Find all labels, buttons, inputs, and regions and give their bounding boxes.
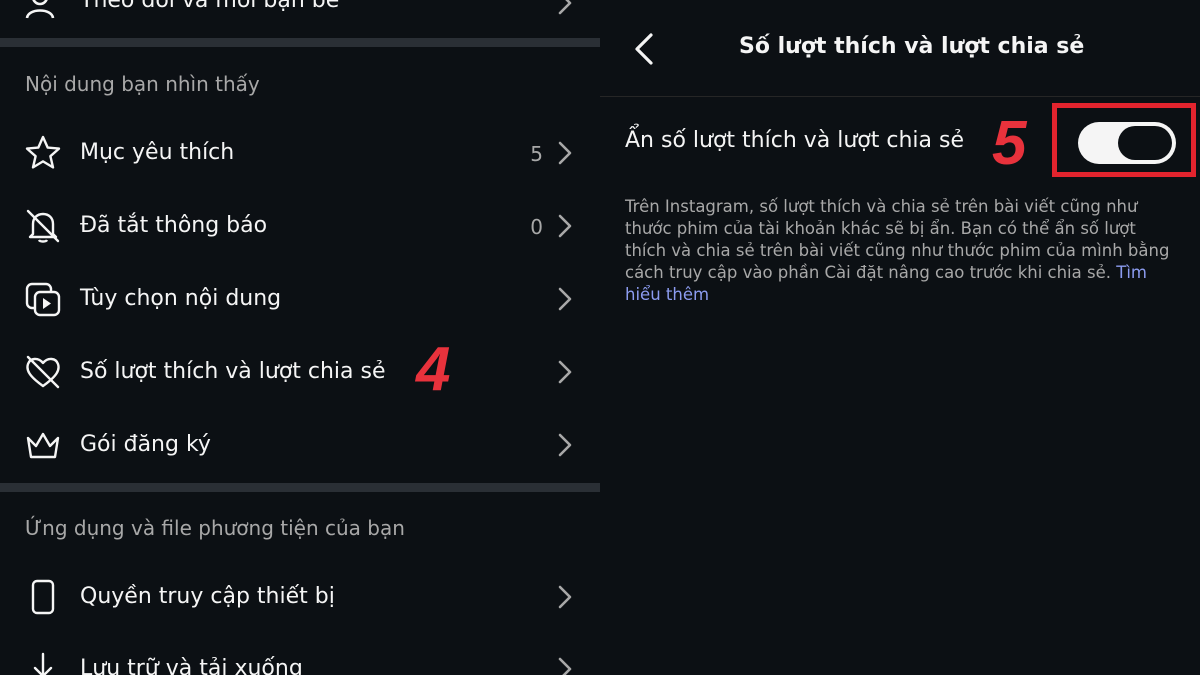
add-person-icon xyxy=(25,0,55,19)
menu-item-label: Đã tắt thông báo xyxy=(80,213,268,238)
menu-item-label: Mục yêu thích xyxy=(80,140,235,165)
description-text: Trên Instagram, số lượt thích và chia sẻ… xyxy=(625,197,1170,282)
step-5-annotation: 5 xyxy=(992,109,1027,178)
menu-item-label: Số lượt thích và lượt chia sẻ xyxy=(80,359,386,384)
chevron-right-icon xyxy=(558,0,572,15)
menu-item-follow-invite[interactable]: Theo dõi và mời bạn bè xyxy=(0,0,600,38)
chevron-right-icon xyxy=(558,141,572,165)
menu-item-label: Quyền truy cập thiết bị xyxy=(80,584,335,609)
muted-count: 0 xyxy=(530,215,543,239)
chevron-right-icon xyxy=(558,360,572,384)
section-title-apps-media: Ứng dụng và file phương tiện của bạn xyxy=(25,516,405,540)
likes-shares-settings-panel: Số lượt thích và lượt chia sẻ Ẩn số lượt… xyxy=(600,0,1200,675)
section-title-content: Nội dung bạn nhìn thấy xyxy=(25,72,260,96)
menu-item-storage-downloads[interactable]: Lưu trữ và tải xuống xyxy=(0,634,600,675)
section-divider xyxy=(0,38,600,47)
setting-description: Trên Instagram, số lượt thích và chia sẻ… xyxy=(625,196,1175,306)
chevron-right-icon xyxy=(558,433,572,457)
crown-icon xyxy=(26,432,60,459)
hide-likes-toggle[interactable] xyxy=(1078,122,1176,164)
settings-list-panel: Theo dõi và mời bạn bè Nội dung bạn nhìn… xyxy=(0,0,600,675)
phone-icon xyxy=(31,579,55,615)
hide-likes-label: Ẩn số lượt thích và lượt chia sẻ xyxy=(625,128,965,153)
menu-item-device-permissions[interactable]: Quyền truy cập thiết bị xyxy=(0,562,600,632)
bell-off-icon xyxy=(26,209,60,243)
section-divider xyxy=(0,483,600,492)
chevron-right-icon xyxy=(558,657,572,675)
menu-item-label: Gói đăng ký xyxy=(80,432,211,457)
menu-item-label: Tùy chọn nội dung xyxy=(80,286,282,311)
header-divider xyxy=(600,96,1200,97)
menu-item-label: Lưu trữ và tải xuống xyxy=(80,656,303,675)
page-title: Số lượt thích và lượt chia sẻ xyxy=(739,34,1085,59)
menu-item-favorites[interactable]: Mục yêu thích 5 xyxy=(0,118,600,188)
favorites-count: 5 xyxy=(530,142,543,166)
heart-off-icon xyxy=(26,355,60,389)
menu-item-muted[interactable]: Đã tắt thông báo 0 xyxy=(0,191,600,261)
media-play-icon xyxy=(25,282,61,317)
step-4-annotation: 4 xyxy=(416,335,451,404)
chevron-right-icon xyxy=(558,585,572,609)
chevron-right-icon xyxy=(558,214,572,238)
download-icon xyxy=(33,652,53,675)
back-arrow-icon[interactable] xyxy=(632,32,656,66)
chevron-right-icon xyxy=(558,287,572,311)
menu-item-label: Theo dõi và mời bạn bè xyxy=(80,0,340,13)
toggle-knob xyxy=(1118,126,1172,160)
menu-item-likes-shares[interactable]: Số lượt thích và lượt chia sẻ xyxy=(0,337,600,407)
menu-item-content-preferences[interactable]: Tùy chọn nội dung xyxy=(0,264,600,334)
menu-item-subscriptions[interactable]: Gói đăng ký xyxy=(0,410,600,480)
star-icon xyxy=(25,135,61,169)
